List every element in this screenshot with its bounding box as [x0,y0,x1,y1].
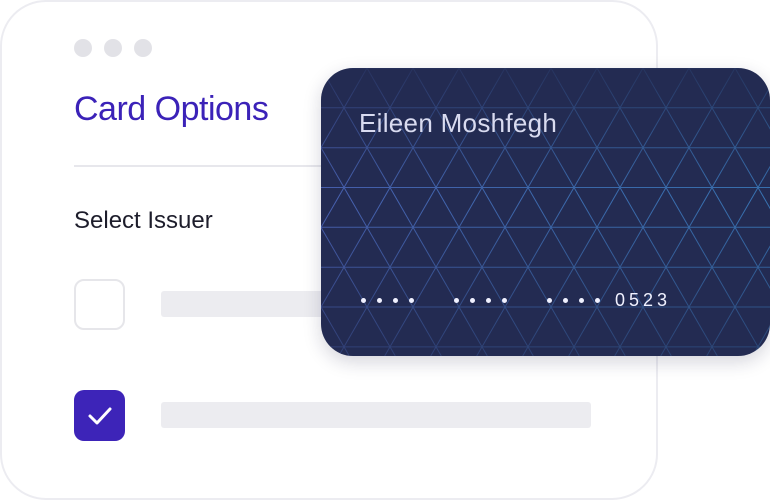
page-title: Card Options [74,90,269,128]
issuer-option-checkbox-checked[interactable] [74,390,125,441]
window-dot-icon[interactable] [104,39,122,57]
issuer-option-placeholder[interactable] [161,402,591,428]
credit-card: Eileen Moshfegh 0523 [321,68,770,356]
card-number: 0523 [361,290,671,311]
check-icon [88,407,111,424]
window-controls [74,39,152,57]
masked-digits [454,298,507,303]
masked-digits [361,298,414,303]
card-last4: 0523 [615,290,672,310]
window-dot-icon[interactable] [134,39,152,57]
masked-digits [547,298,600,303]
issuer-option-checkbox[interactable] [74,279,125,330]
card-holder-name: Eileen Moshfegh [359,108,558,138]
section-heading: Select Issuer [74,207,213,234]
window-dot-icon[interactable] [74,39,92,57]
